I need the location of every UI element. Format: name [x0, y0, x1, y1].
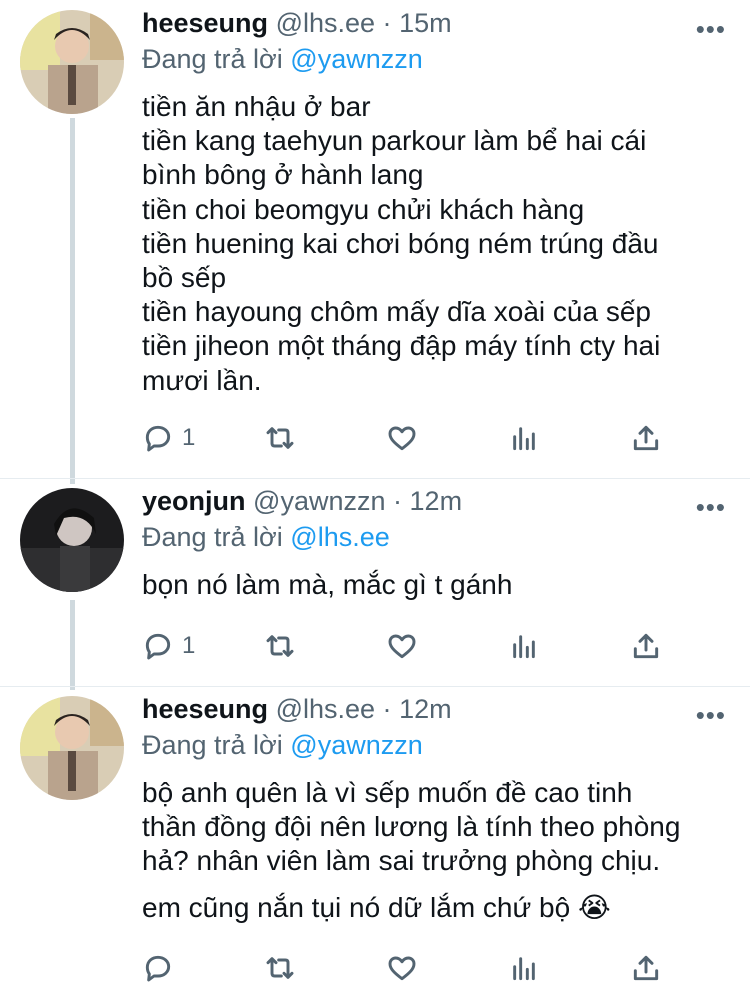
- replying-to: Đang trả lời @lhs.ee: [142, 522, 390, 553]
- tweet-text-line: em cũng nắn tụi nó dữ lắm chứ bộ 😭: [142, 891, 611, 923]
- avatar[interactable]: [20, 696, 124, 800]
- tweet-header: heeseung @lhs.ee · 12m: [142, 694, 452, 725]
- replying-to-label: Đang trả lời: [142, 522, 283, 552]
- reply-icon: [145, 425, 171, 452]
- share-icon: [633, 425, 659, 451]
- timestamp[interactable]: 12m: [410, 486, 463, 516]
- like-icon: [388, 426, 416, 451]
- retweet-button[interactable]: [264, 626, 296, 666]
- avatar[interactable]: [20, 10, 124, 114]
- share-button[interactable]: [630, 626, 662, 666]
- tweet-actions: 1: [142, 418, 672, 458]
- tweet-text: bộ anh quên là vì sếp muốn đề cao tinh t…: [142, 776, 680, 925]
- retweet-icon: [266, 957, 294, 979]
- reply-mention-link[interactable]: @lhs.ee: [290, 522, 389, 552]
- analytics-icon: [513, 635, 535, 659]
- share-icon: [633, 955, 659, 981]
- tweet-text-line: tiền ăn nhậu ở bar: [142, 91, 371, 122]
- reply-icon: [145, 955, 171, 982]
- retweet-icon: [266, 635, 294, 657]
- replying-to-label: Đang trả lời: [142, 730, 283, 760]
- replying-to-label: Đang trả lời: [142, 44, 283, 74]
- tweet-text-line: bình bông ở hành lang: [142, 159, 424, 191]
- reply-button[interactable]: [142, 948, 182, 988]
- like-button[interactable]: [386, 418, 418, 458]
- separator-dot: ·: [382, 694, 392, 724]
- display-name[interactable]: heeseung: [142, 694, 268, 724]
- user-handle[interactable]: @lhs.ee: [276, 8, 375, 38]
- replying-to: Đang trả lời @yawnzzn: [142, 44, 423, 75]
- reply-icon: [145, 633, 171, 660]
- separator-dot: ·: [393, 486, 403, 516]
- replying-to: Đang trả lời @yawnzzn: [142, 730, 423, 761]
- tweet-text: tiền ăn nhậu ở bar tiền kang taehyun par…: [142, 90, 660, 398]
- avatar[interactable]: [20, 488, 124, 592]
- like-button[interactable]: [386, 948, 418, 988]
- tweet-actions: 1: [142, 626, 672, 666]
- tweet-text-line: tiền hayoung chôm mấy dĩa xoài của sếp: [142, 296, 651, 328]
- share-button[interactable]: [630, 948, 662, 988]
- user-handle[interactable]: @yawnzzn: [253, 486, 385, 516]
- retweet-icon: [266, 427, 294, 449]
- reply-mention-link[interactable]: @yawnzzn: [290, 44, 422, 74]
- user-handle[interactable]: @lhs.ee: [276, 694, 375, 724]
- more-options-icon[interactable]: •••: [696, 492, 726, 523]
- tweet-text-line: bọn nó làm mà, mắc gì t gánh: [142, 569, 513, 600]
- tweet-text-line: tiền choi beomgyu chửi khách hàng: [142, 193, 585, 225]
- tweet-text: bọn nó làm mà, mắc gì t gánh: [142, 568, 512, 602]
- reply-count: 1: [182, 424, 196, 451]
- retweet-button[interactable]: [264, 948, 296, 988]
- reply-mention-link[interactable]: @yawnzzn: [290, 730, 422, 760]
- analytics-icon: [513, 957, 535, 981]
- analytics-icon: [513, 427, 535, 451]
- more-options-icon[interactable]: •••: [696, 14, 726, 45]
- timestamp[interactable]: 15m: [399, 8, 452, 38]
- timestamp[interactable]: 12m: [399, 694, 452, 724]
- reply-button[interactable]: 1: [142, 418, 195, 458]
- analytics-button[interactable]: [508, 948, 540, 988]
- tweet[interactable]: yeonjun @yawnzzn · 12m ••• Đang trả lời …: [0, 478, 750, 686]
- display-name[interactable]: yeonjun: [142, 486, 246, 516]
- display-name[interactable]: heeseung: [142, 8, 268, 38]
- tweet-header: heeseung @lhs.ee · 15m: [142, 8, 452, 39]
- tweet-text-line: tiền kang taehyun parkour làm bể hai cái: [142, 125, 647, 157]
- like-icon: [388, 956, 416, 981]
- share-button[interactable]: [630, 418, 662, 458]
- tweet-text-line: tiền huening kai chơi bóng ném trúng đầu: [142, 227, 659, 259]
- analytics-button[interactable]: [508, 418, 540, 458]
- separator-dot: ·: [382, 8, 392, 38]
- tweet-text-line: bộ anh quên là vì sếp muốn đề cao tinh: [142, 777, 633, 808]
- tweet-text-line: thần đồng đội nên lương là tính theo phò…: [142, 811, 681, 843]
- reply-button[interactable]: 1: [142, 626, 195, 666]
- tweet-text-line: mươi lần.: [142, 364, 262, 396]
- like-button[interactable]: [386, 626, 418, 666]
- retweet-button[interactable]: [264, 418, 296, 458]
- tweet[interactable]: heeseung @lhs.ee · 12m ••• Đang trả lời …: [0, 686, 750, 993]
- tweet-actions: [142, 948, 672, 988]
- more-options-icon[interactable]: •••: [696, 700, 726, 731]
- tweet-text-line: tiền jiheon một tháng đập máy tính cty h…: [142, 330, 661, 362]
- share-icon: [633, 633, 659, 659]
- tweet-header: yeonjun @yawnzzn · 12m: [142, 486, 462, 517]
- analytics-button[interactable]: [508, 626, 540, 666]
- like-icon: [388, 634, 416, 659]
- tweet-text-line: bồ sếp: [142, 262, 227, 294]
- tweet-text-line: hả? nhân viên làm sai trưởng phòng chịu.: [142, 845, 661, 877]
- reply-count: 1: [182, 632, 196, 659]
- tweet[interactable]: heeseung @lhs.ee · 15m ••• Đang trả lời …: [0, 0, 750, 478]
